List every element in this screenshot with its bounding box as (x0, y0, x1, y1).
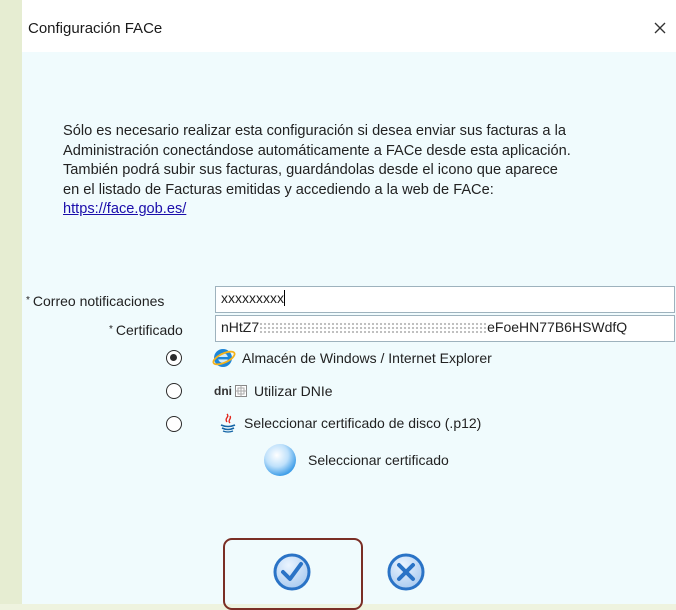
select-certificate-label: Seleccionar certificado (308, 452, 449, 468)
radio-disk-certificate[interactable] (166, 416, 182, 432)
cert-value-end: eFoeHN77B6HSWdfQ (487, 319, 628, 335)
option-disk-certificate[interactable]: Seleccionar certificado de disco (.p12) (218, 412, 481, 434)
certificate-field[interactable]: nHtZ7 eFoeHN77B6HSWdfQ (215, 315, 675, 342)
option-label: Seleccionar certificado de disco (.p12) (244, 415, 482, 431)
blue-sphere-icon (264, 444, 296, 476)
dnie-icon: dni (214, 384, 248, 398)
option-dnie[interactable]: dni Utilizar DNIe (214, 380, 333, 402)
window-title: Configuración FACe (28, 20, 163, 37)
option-windows-store[interactable]: Almacén de Windows / Internet Explorer (212, 347, 492, 369)
required-mark: * (109, 324, 113, 335)
email-field[interactable]: xxxxxxxxx (215, 286, 675, 313)
java-icon (218, 412, 238, 434)
cert-value-start: nHtZ7 (221, 319, 260, 335)
accept-button[interactable] (272, 552, 312, 592)
select-certificate-button[interactable]: Seleccionar certificado (262, 442, 449, 478)
radio-dnie[interactable] (166, 383, 182, 399)
email-value: xxxxxxxxx (221, 290, 284, 306)
cancel-button[interactable] (386, 552, 426, 592)
option-label: Almacén de Windows / Internet Explorer (242, 350, 492, 366)
email-label: Correo notificaciones (32, 293, 165, 309)
text-caret (284, 290, 285, 306)
face-config-dialog: Configuración FACe Sólo es necesario rea… (22, 0, 676, 610)
intro-line: Administración conectándose automáticame… (63, 142, 571, 159)
intro-text: Sólo es necesario realizar esta configur… (63, 122, 643, 220)
email-label-row: * Correo notificaciones (26, 293, 164, 309)
masked-text (259, 322, 488, 333)
dnie-icon-text: dni (214, 384, 232, 398)
background-margin (0, 0, 22, 604)
required-mark: * (26, 295, 30, 306)
face-link[interactable]: https://face.gob.es/ (63, 200, 643, 220)
internet-explorer-icon (212, 347, 236, 369)
radio-windows-store[interactable] (166, 350, 182, 366)
cert-label-row: * Certificado (109, 322, 183, 338)
close-icon[interactable] (648, 16, 672, 40)
title-bar: Configuración FACe (22, 0, 676, 52)
intro-line: en el listado de Facturas emitidas y acc… (63, 181, 494, 198)
intro-line: También podrá subir sus facturas, guardá… (63, 162, 558, 178)
option-label: Utilizar DNIe (254, 383, 333, 399)
certificate-label: Certificado (115, 322, 183, 338)
intro-line: Sólo es necesario realizar esta configur… (63, 123, 566, 139)
